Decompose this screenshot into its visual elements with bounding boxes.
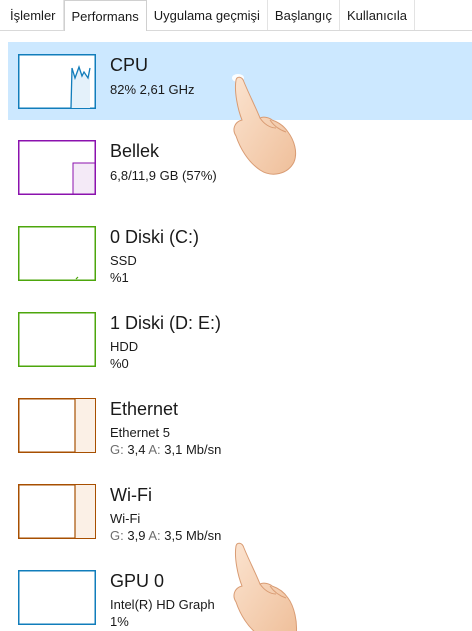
ethernet-recv-value: 3,1 Mb/sn	[164, 442, 222, 457]
wifi-recv-value: 3,5 Mb/sn	[164, 528, 222, 543]
task-manager-window: İşlemler Performans Uygulama geçmişi Baş…	[0, 0, 472, 631]
disk-1-type: HDD	[110, 339, 139, 354]
ethernet-send-label: G:	[110, 442, 124, 457]
gpu-model: Intel(R) HD Graph	[110, 597, 215, 612]
resource-item-ethernet[interactable]: Ethernet Ethernet 5 G: 3,4 A: 3,1 Mb/sn	[8, 386, 472, 464]
ethernet-graph-thumbnail	[18, 398, 96, 453]
memory-graph-thumbnail	[18, 140, 96, 195]
tab-users[interactable]: Kullanıcıla	[340, 0, 415, 30]
disk-1-usage: %0	[110, 356, 129, 371]
memory-title: Bellek	[110, 141, 160, 161]
ethernet-recv-label: A:	[148, 442, 161, 457]
resource-item-disk-1[interactable]: 1 Diski (D: E:) HDD %0	[8, 300, 472, 378]
disk-1-title: 1 Diski (D: E:)	[110, 313, 222, 333]
cpu-usage: 82% 2,61 GHz	[110, 82, 195, 97]
disk-1-graph-thumbnail	[18, 312, 96, 367]
tab-bar: İşlemler Performans Uygulama geçmişi Baş…	[0, 0, 472, 31]
disk-0-type: SSD	[110, 253, 137, 268]
hand-pointer-icon-2	[226, 536, 298, 631]
disk-0-graph-thumbnail	[18, 226, 96, 281]
tab-app-history[interactable]: Uygulama geçmişi	[147, 0, 268, 30]
wifi-send-label: G:	[110, 528, 124, 543]
ethernet-send-value: 3,4	[127, 442, 146, 457]
ethernet-title: Ethernet	[110, 399, 179, 419]
memory-usage: 6,8/11,9 GB (57%)	[110, 168, 217, 183]
ethernet-adapter: Ethernet 5	[110, 425, 170, 440]
disk-0-title: 0 Diski (C:)	[110, 227, 199, 247]
tab-processes[interactable]: İşlemler	[0, 0, 64, 30]
resource-item-disk-0[interactable]: 0 Diski (C:) SSD %1	[8, 214, 472, 292]
wifi-throughput: G: 3,9 A: 3,5 Mb/sn	[110, 527, 221, 544]
wifi-adapter: Wi-Fi	[110, 511, 141, 526]
hand-pointer-icon	[226, 70, 298, 185]
wifi-title: Wi-Fi	[110, 485, 152, 505]
disk-0-usage: %1	[110, 270, 129, 285]
wifi-recv-label: A:	[148, 528, 161, 543]
cpu-graph-thumbnail	[18, 54, 96, 109]
tab-startup[interactable]: Başlangıç	[268, 0, 341, 30]
wifi-send-value: 3,9	[127, 528, 146, 543]
ethernet-throughput: G: 3,4 A: 3,1 Mb/sn	[110, 441, 221, 458]
gpu-graph-thumbnail	[18, 570, 96, 625]
gpu-title: GPU 0	[110, 571, 165, 591]
tab-performance[interactable]: Performans	[63, 0, 147, 31]
gpu-usage: 1%	[110, 614, 129, 629]
wifi-graph-thumbnail	[18, 484, 96, 539]
cpu-title: CPU	[110, 55, 149, 75]
